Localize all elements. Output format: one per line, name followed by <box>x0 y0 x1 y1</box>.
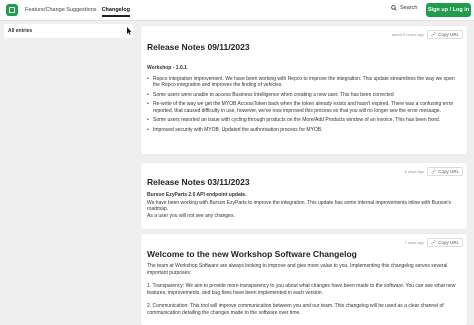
top-nav-bar: Feature/Change Suggestions Changelog Sea… <box>0 0 474 21</box>
app-logo-icon[interactable] <box>6 4 18 16</box>
copy-url-button[interactable]: Copy URL <box>427 238 463 247</box>
sidebar-item-all-entries[interactable]: All entries <box>4 24 133 38</box>
entry-date: 7 days ago <box>404 240 425 245</box>
entry-title: Release Notes 03/11/2023 <box>147 177 250 187</box>
signup-login-button[interactable]: Sign up / Log in <box>426 3 471 17</box>
entry-paragraph: As a user you will not see any changes. <box>147 212 235 219</box>
entry-date: about 9 hours ago <box>391 32 425 37</box>
entry-paragraph: We have been working with Burson EzyPart… <box>147 199 451 213</box>
nav-feature-suggestions[interactable]: Feature/Change Suggestions <box>25 7 97 13</box>
copy-url-button[interactable]: Copy URL <box>427 30 463 39</box>
link-icon <box>431 169 436 174</box>
entry-paragraph: 2. Communication: This tool will improve… <box>147 303 444 316</box>
nav-changelog[interactable]: Changelog <box>101 7 130 17</box>
entry-title: Welcome to the new Workshop Software Cha… <box>147 249 357 259</box>
search-button[interactable]: Search <box>391 5 417 11</box>
copy-url-button[interactable]: Copy URL <box>427 167 463 176</box>
changelog-entry: 6 days ago Copy URL Release Notes 03/11/… <box>141 163 467 229</box>
entry-bullet-list: Repco integration improvement. We have b… <box>147 76 459 134</box>
changelog-entry: about 9 hours ago Copy URL Release Notes… <box>141 26 467 154</box>
list-item: Some users reported an issue with cyclin… <box>147 117 459 124</box>
link-icon <box>431 32 436 37</box>
search-label: Search <box>400 5 418 11</box>
entry-title: Release Notes 09/11/2023 <box>147 42 250 52</box>
list-item: Repco integration improvement. We have b… <box>147 76 459 89</box>
changelog-entry: 7 days ago Copy URL Welcome to the new W… <box>141 234 467 325</box>
sidebar: All entries <box>4 24 133 38</box>
entry-subheading: Workshop - 1.0.1 <box>147 65 187 71</box>
entry-subheading: Burson EzyParts 2.0 API endpoint update. <box>147 192 247 198</box>
entry-date: 6 days ago <box>404 169 425 174</box>
mouse-cursor-icon <box>127 27 132 35</box>
search-icon <box>391 5 397 11</box>
list-item: Improved security with MYOB. Updated the… <box>147 127 459 134</box>
list-item: Re-write of the way we get the MYOB Acce… <box>147 101 459 114</box>
entry-paragraph: 1. Transparency: We aim to provide more … <box>147 283 456 296</box>
entry-paragraph: The team at Workshop Software are always… <box>147 263 448 276</box>
list-item: Some users were unable to access Busines… <box>147 92 459 99</box>
link-icon <box>431 240 436 245</box>
